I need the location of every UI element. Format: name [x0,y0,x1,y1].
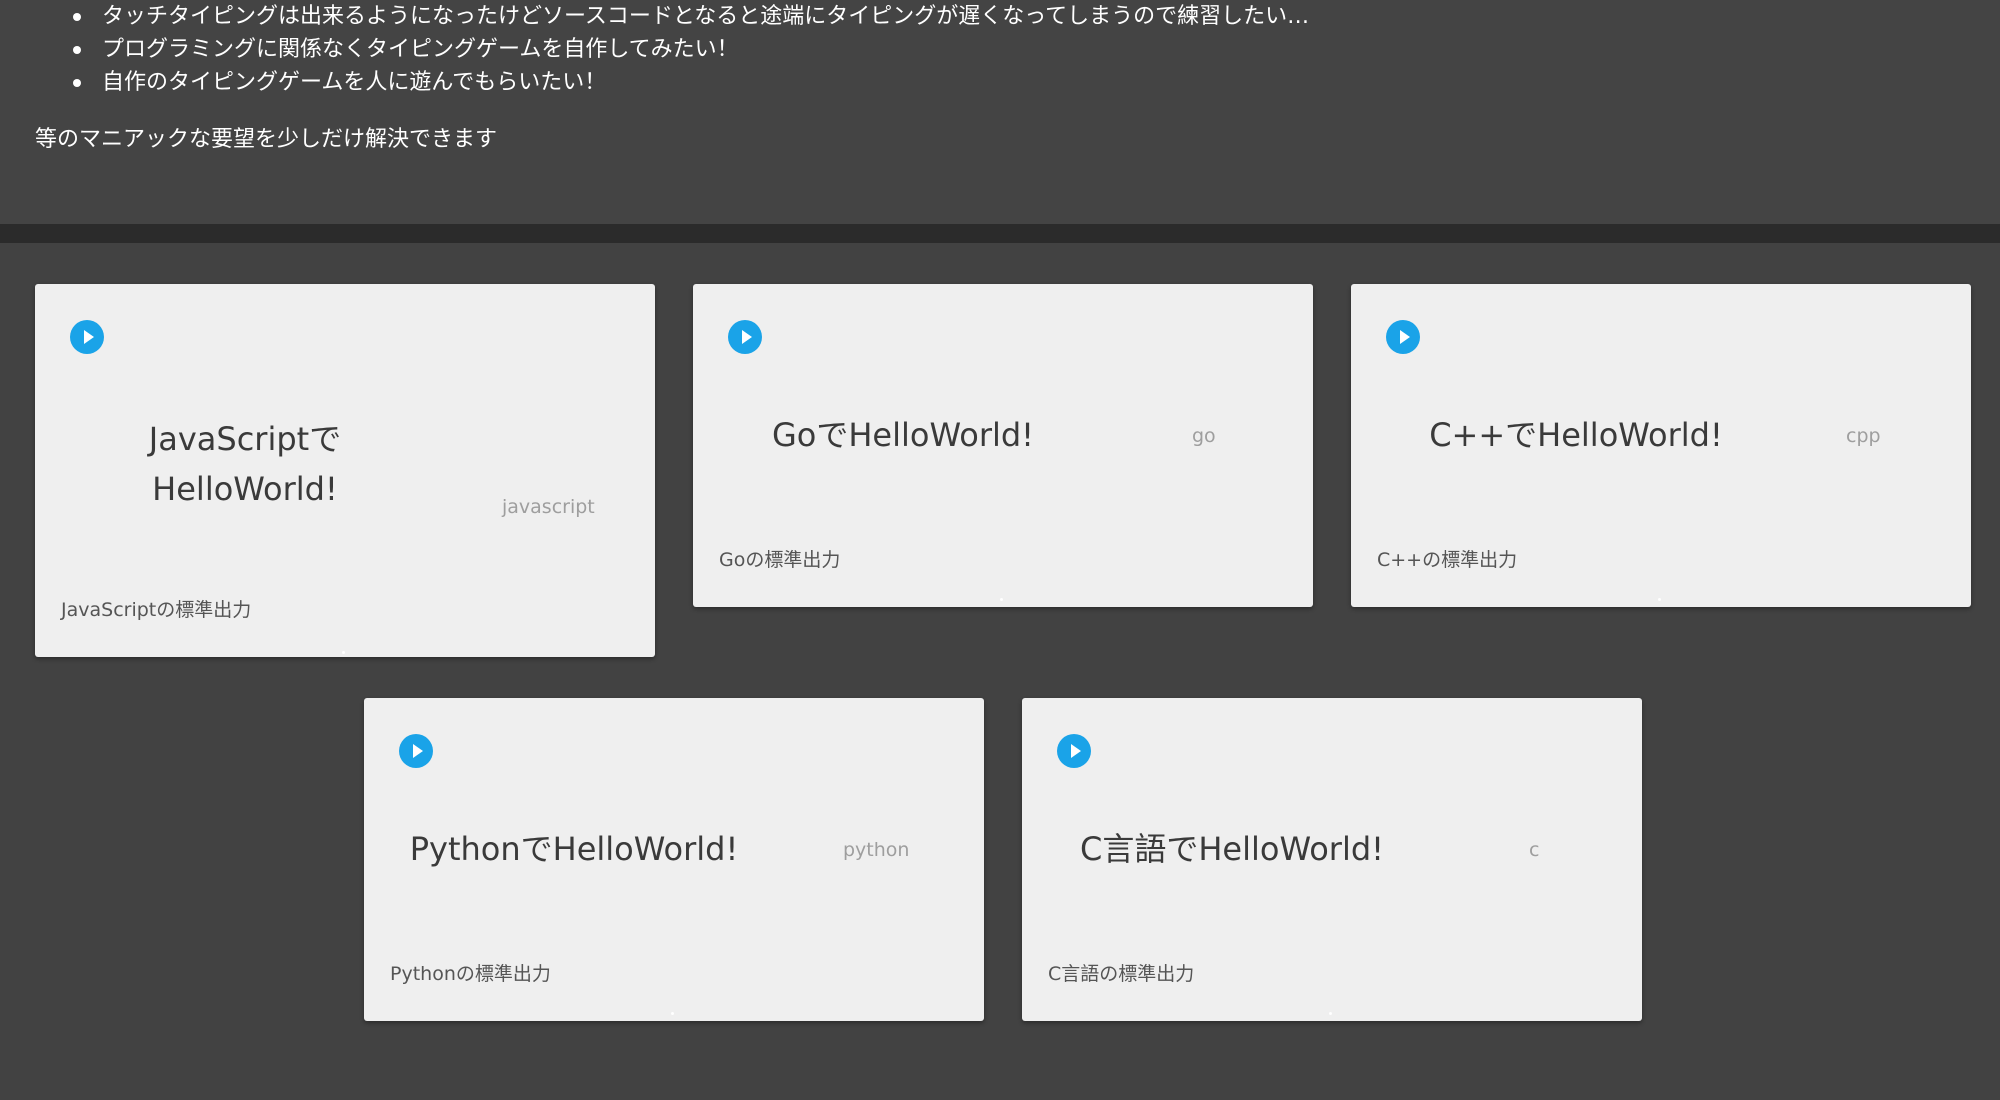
card-dot [1329,1012,1332,1015]
card-title-line2: HelloWorld! [152,470,338,508]
card-description: Goの標準出力 [719,549,841,571]
card-title: PythonでHelloWorld! [409,830,739,868]
card-description: Pythonの標準出力 [390,963,551,985]
game-card-grid: JavaScriptで HelloWorld! javascript JavaS… [0,243,2000,1100]
game-card-go[interactable]: GoでHelloWorld! go Goの標準出力 [693,284,1313,607]
card-title: C++でHelloWorld! [1429,416,1723,454]
intro-bullet: タッチタイピングは出来るようになったけどソースコードとなると途端にタイピングが遅… [68,0,1309,33]
play-icon[interactable] [1057,734,1091,768]
card-title: C言語でHelloWorld! [1080,830,1384,868]
card-language-tag: python [843,839,910,861]
game-card-cpp[interactable]: C++でHelloWorld! cpp C++の標準出力 [1351,284,1971,607]
card-description: JavaScriptの標準出力 [61,599,252,621]
card-language-tag: javascript [502,496,595,518]
game-card-c[interactable]: C言語でHelloWorld! c C言語の標準出力 [1022,698,1642,1021]
card-dot [342,651,345,654]
card-title-line1: JavaScriptで [148,420,342,458]
card-language-tag: cpp [1846,425,1881,447]
card-description: C言語の標準出力 [1048,963,1195,985]
section-divider [0,224,2000,243]
intro-closing-text: 等のマニアックな要望を少しだけ解決できます [35,127,498,152]
play-icon[interactable] [70,320,104,354]
game-card-javascript[interactable]: JavaScriptで HelloWorld! javascript JavaS… [35,284,655,657]
card-dot [1658,598,1661,601]
card-dot [1000,598,1003,601]
card-dot [671,1012,674,1015]
card-language-tag: go [1192,425,1216,447]
card-title: JavaScriptで HelloWorld! [100,414,390,514]
game-card-python[interactable]: PythonでHelloWorld! python Pythonの標準出力 [364,698,984,1021]
intro-bullet: プログラミングに関係なくタイピングゲームを自作してみたい！ [68,33,1309,66]
intro-section: タッチタイピングは出来るようになったけどソースコードとなると途端にタイピングが遅… [0,0,2000,224]
card-title: GoでHelloWorld! [771,416,1035,454]
play-icon[interactable] [399,734,433,768]
card-description: C++の標準出力 [1377,549,1518,571]
card-language-tag: c [1529,839,1540,861]
intro-bullet-list: タッチタイピングは出来るようになったけどソースコードとなると途端にタイピングが遅… [68,0,1309,99]
intro-bullet: 自作のタイピングゲームを人に遊んでもらいたい！ [68,66,1309,99]
play-icon[interactable] [1386,320,1420,354]
play-icon[interactable] [728,320,762,354]
